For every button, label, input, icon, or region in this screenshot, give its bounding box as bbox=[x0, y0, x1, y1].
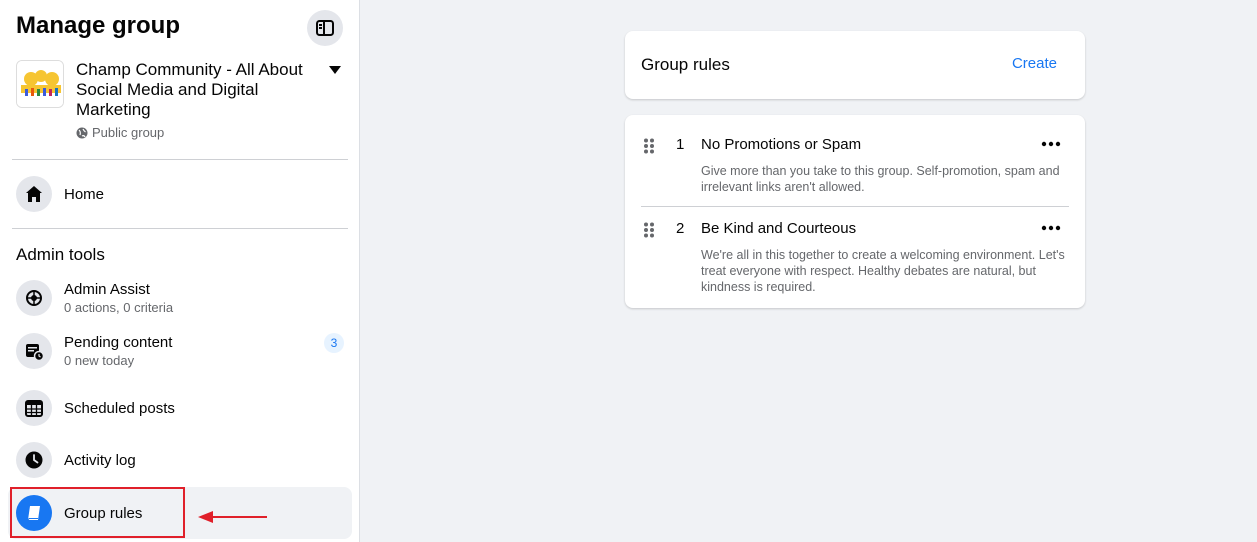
sidebar-item-label: Pending content bbox=[64, 333, 173, 351]
sidebar-item-label: Admin Assist bbox=[64, 280, 150, 298]
calendar-icon bbox=[16, 390, 52, 426]
globe-icon bbox=[76, 127, 88, 138]
group-header[interactable]: Champ Community - All About Social Media… bbox=[16, 59, 346, 141]
rule-title: No Promotions or Spam bbox=[701, 136, 862, 153]
sidebar-item-scheduled-posts[interactable]: Scheduled posts bbox=[8, 382, 352, 434]
group-name[interactable]: Champ Community - All About Social Media… bbox=[76, 60, 326, 120]
sidebar-item-sub: 0 actions, 0 criteria bbox=[64, 299, 174, 315]
page-title: Manage group bbox=[16, 12, 181, 39]
sidebar-item-activity-log[interactable]: Activity log bbox=[8, 434, 352, 486]
drag-handle-icon[interactable] bbox=[643, 138, 655, 154]
rule-number: 1 bbox=[676, 136, 685, 153]
sidebar: Manage group Champ Community - All About… bbox=[0, 0, 360, 542]
admin-tools-heading: Admin tools bbox=[16, 245, 105, 264]
group-rules-header-card: Group rules Create bbox=[625, 31, 1085, 99]
rule-description: Give more than you take to this group. S… bbox=[701, 164, 1060, 194]
sidebar-item-admin-assist[interactable]: Admin Assist 0 actions, 0 criteria bbox=[8, 272, 352, 324]
red-arrow-annotation bbox=[198, 511, 267, 523]
rules-list-card: 1 No Promotions or Spam Give more than y… bbox=[625, 115, 1085, 308]
sidebar-toggle-icon bbox=[316, 20, 334, 36]
clock-icon bbox=[16, 442, 52, 478]
pending-count-badge: 3 bbox=[324, 333, 344, 353]
more-options-icon[interactable] bbox=[1041, 225, 1061, 231]
group-rules-title: Group rules bbox=[641, 55, 730, 74]
divider bbox=[12, 159, 348, 160]
admin-assist-icon bbox=[16, 280, 52, 316]
sidebar-item-sub: 0 new today bbox=[64, 352, 135, 368]
rule-number: 2 bbox=[676, 220, 685, 237]
sidebar-item-label: Scheduled posts bbox=[64, 399, 175, 417]
collapse-sidebar-button[interactable] bbox=[307, 10, 343, 46]
pending-content-icon bbox=[16, 333, 52, 369]
caret-down-icon[interactable] bbox=[328, 65, 342, 75]
sidebar-item-home[interactable]: Home bbox=[8, 168, 352, 220]
rule-title: Be Kind and Courteous bbox=[701, 220, 857, 237]
divider bbox=[12, 228, 348, 229]
create-rule-button[interactable]: Create bbox=[1012, 55, 1057, 72]
rule-divider bbox=[641, 206, 1069, 207]
rule-description: We're all in this together to create a w… bbox=[701, 248, 1065, 294]
sidebar-item-label: Activity log bbox=[64, 451, 136, 469]
sidebar-item-pending-content[interactable]: Pending content 0 new today 3 bbox=[8, 325, 352, 377]
group-privacy: Public group bbox=[76, 125, 164, 140]
more-options-icon[interactable] bbox=[1041, 141, 1061, 147]
group-thumbnail bbox=[16, 60, 64, 108]
group-type-label: Public group bbox=[92, 125, 165, 140]
drag-handle-icon[interactable] bbox=[643, 222, 655, 238]
sidebar-item-label: Home bbox=[64, 185, 105, 203]
home-icon bbox=[16, 176, 52, 212]
highlight-box bbox=[10, 487, 185, 538]
